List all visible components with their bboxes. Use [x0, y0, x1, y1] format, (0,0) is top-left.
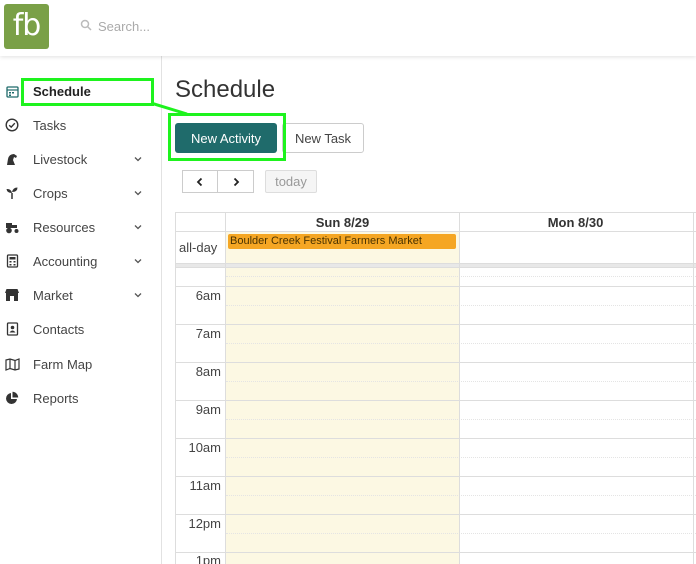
calendar-icon: [4, 83, 20, 99]
app-logo[interactable]: fb: [4, 4, 49, 49]
hour-line: [175, 324, 696, 325]
sidebar-item-label: Farm Map: [33, 356, 93, 372]
tractor-icon: [4, 219, 20, 235]
check-circle-icon: [4, 117, 20, 133]
calendar-nav-group: [182, 170, 254, 193]
sidebar-item-label: Livestock: [33, 151, 88, 167]
grid-vline: [693, 212, 694, 564]
prev-button[interactable]: [182, 170, 218, 193]
chevron-down-icon[interactable]: [132, 289, 144, 301]
address-book-icon: [4, 321, 20, 337]
pie-chart-icon: [4, 390, 20, 406]
seedling-icon: [4, 185, 20, 201]
day-header-mon[interactable]: Mon 8/30: [459, 213, 692, 232]
hour-line: [175, 438, 696, 439]
sidebar-item-reports[interactable]: Reports: [0, 383, 162, 413]
hour-label: 1pm: [195, 553, 221, 564]
sidebar-item-market[interactable]: Market: [0, 280, 162, 310]
sidebar-item-label: Reports: [33, 390, 79, 406]
new-activity-highlight-box: [168, 113, 286, 161]
page-title: Schedule: [175, 76, 276, 103]
hour-label: 8am: [195, 364, 221, 379]
search-icon: [80, 19, 92, 31]
chevron-right-icon: [233, 177, 239, 186]
allday-divider: [175, 264, 696, 268]
hour-line: [175, 400, 696, 401]
chevron-down-icon[interactable]: [132, 221, 144, 233]
chevron-down-icon[interactable]: [132, 187, 144, 199]
half-hour-line: [226, 495, 696, 496]
half-hour-line: [226, 305, 696, 306]
chevron-down-icon[interactable]: [132, 153, 144, 165]
allday-label: all-day: [179, 240, 218, 255]
half-hour-line: [226, 533, 696, 534]
today-button[interactable]: today: [265, 170, 317, 193]
chevron-left-icon: [196, 177, 203, 186]
hour-label: 12pm: [188, 516, 221, 531]
next-button[interactable]: [218, 170, 254, 193]
hour-label: 7am: [195, 326, 221, 341]
calendar-event[interactable]: Boulder Creek Festival Farmers Market: [228, 234, 456, 249]
sidebar-item-label: Market: [33, 287, 73, 303]
sidebar-item-label: Accounting: [33, 253, 98, 269]
day-header-sun[interactable]: Sun 8/29: [226, 213, 459, 232]
calculator-icon: [4, 253, 20, 269]
chevron-down-icon[interactable]: [132, 255, 144, 267]
sidebar-item-farm-map[interactable]: Farm Map: [0, 349, 162, 379]
half-hour-line: [226, 343, 696, 344]
top-bar: fb: [0, 0, 696, 56]
sidebar-item-accounting[interactable]: Accounting: [0, 246, 162, 276]
sidebar: Schedule Tasks Livestock Crops Resources…: [0, 56, 162, 564]
sidebar-item-contacts[interactable]: Contacts: [0, 314, 162, 344]
half-hour-line: [226, 276, 696, 277]
schedule-highlight-box: [21, 78, 154, 106]
sidebar-item-label: Tasks: [33, 117, 67, 133]
grid-vline: [459, 212, 460, 564]
app-root: fb Schedule Tasks Livestock: [0, 0, 696, 564]
sidebar-item-crops[interactable]: Crops: [0, 178, 162, 208]
hour-label: 6am: [195, 288, 221, 303]
sidebar-item-resources[interactable]: Resources: [0, 212, 162, 242]
hour-label: 10am: [188, 440, 221, 455]
grid-vline: [175, 212, 176, 564]
hour-line: [175, 476, 696, 477]
hour-line: [175, 286, 696, 287]
hour-line: [175, 552, 696, 553]
sidebar-item-label: Crops: [33, 185, 68, 201]
calendar: Sun 8/29 Mon 8/30 all-day Boulder Creek …: [175, 212, 696, 564]
hour-line: [175, 362, 696, 363]
half-hour-line: [226, 381, 696, 382]
sidebar-item-label: Contacts: [33, 321, 85, 337]
sidebar-item-tasks[interactable]: Tasks: [0, 110, 162, 140]
horse-icon: [4, 151, 20, 167]
store-icon: [4, 287, 20, 303]
calendar-header: Sun 8/29 Mon 8/30: [175, 212, 696, 232]
sidebar-item-label: Resources: [33, 219, 96, 235]
sidebar-item-livestock[interactable]: Livestock: [0, 144, 162, 174]
half-hour-line: [226, 419, 696, 420]
hour-line: [175, 514, 696, 515]
hour-label: 9am: [195, 402, 221, 417]
hour-label: 11am: [189, 478, 221, 493]
half-hour-line: [226, 457, 696, 458]
search-input[interactable]: [98, 14, 348, 38]
grid-vline: [225, 212, 226, 564]
new-task-button[interactable]: New Task: [282, 123, 364, 153]
map-icon: [4, 356, 20, 372]
